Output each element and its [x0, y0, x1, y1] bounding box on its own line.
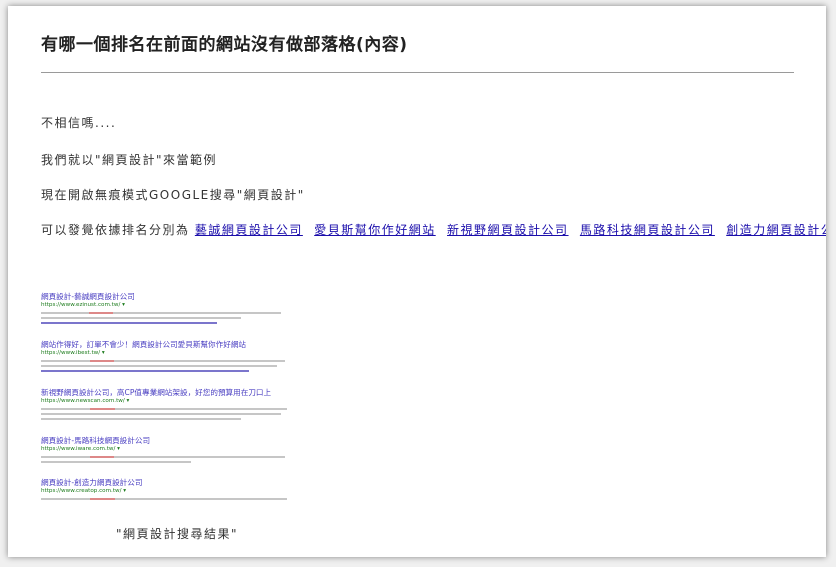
paragraph-2: 我們就以"網頁設計"來當範例 — [41, 153, 218, 167]
snippet-line — [41, 461, 191, 463]
snippet-line — [41, 365, 277, 367]
link-creatop[interactable]: 創造力網頁設計公司 — [726, 223, 826, 237]
paragraph-4: 可以發覺依據排名分別為 藝誠網頁設計公司 愛貝斯幫你作好網站 新視野網頁設計公司… — [41, 221, 826, 238]
search-result-title[interactable]: 網頁設計-藝誠網頁設計公司 — [41, 292, 293, 302]
search-result-title[interactable]: 網頁設計-創造力網頁設計公司 — [41, 478, 293, 488]
search-result-title[interactable]: 網頁設計-馬路科技網頁設計公司 — [41, 436, 293, 446]
link-iware[interactable]: 馬路科技網頁設計公司 — [580, 223, 715, 237]
snippet-line — [41, 418, 241, 420]
snippet-line — [41, 413, 281, 415]
sitelinks — [41, 322, 217, 324]
search-result: 網頁設計-藝誠網頁設計公司 https://www.ezinust.com.tw… — [41, 292, 293, 324]
snippet-line — [41, 408, 287, 410]
search-result: 網頁設計-馬路科技網頁設計公司 https://www.iware.com.tw… — [41, 436, 293, 463]
snippet-line — [41, 360, 285, 362]
link-newscan[interactable]: 新視野網頁設計公司 — [447, 223, 569, 237]
article-title: 有哪一個排名在前面的網站沒有做部落格(內容) — [41, 35, 408, 55]
snippet-line — [41, 498, 287, 500]
search-result-title[interactable]: 新視野網頁設計公司，高CP值專業網站架設，好您的預算用在刀口上 — [41, 388, 293, 398]
search-result-url: https://www.ibest.tw/ ▾ — [41, 350, 105, 356]
snippet-line — [41, 456, 285, 458]
search-result: 網站作得好，訂單不會少！網頁設計公司愛貝斯幫你作好網站 https://www.… — [41, 340, 293, 372]
paragraph-3: 現在開啟無痕模式GOOGLE搜尋"網頁設計" — [41, 188, 305, 202]
search-result: 網頁設計-創造力網頁設計公司 https://www.creatop.com.t… — [41, 478, 293, 500]
link-ibest[interactable]: 愛貝斯幫你作好網站 — [314, 223, 436, 237]
title-divider — [41, 72, 794, 73]
sitelinks — [41, 370, 249, 372]
search-result-url: https://www.iware.com.tw/ ▾ — [41, 446, 120, 452]
snippet-line — [41, 317, 241, 319]
search-result-title[interactable]: 網站作得好，訂單不會少！網頁設計公司愛貝斯幫你作好網站 — [41, 340, 293, 350]
snippet-line — [41, 312, 281, 314]
link-ezinust[interactable]: 藝誠網頁設計公司 — [195, 223, 303, 237]
image-caption: "網頁設計搜尋結果" — [116, 527, 239, 541]
search-result-url: https://www.ezinust.com.tw/ ▾ — [41, 302, 125, 308]
article-card: 有哪一個排名在前面的網站沒有做部落格(內容) 不相信嗎.... 我們就以"網頁設… — [8, 6, 826, 557]
search-results-screenshot: 網頁設計-藝誠網頁設計公司 https://www.ezinust.com.tw… — [41, 290, 293, 500]
search-result: 新視野網頁設計公司，高CP值專業網站架設，好您的預算用在刀口上 https://… — [41, 388, 293, 420]
search-result-url: https://www.newscan.com.tw/ ▾ — [41, 398, 130, 404]
search-result-url: https://www.creatop.com.tw/ ▾ — [41, 488, 127, 494]
paragraph-4-prefix: 可以發覺依據排名分別為 — [41, 223, 190, 237]
paragraph-1: 不相信嗎.... — [41, 116, 117, 130]
